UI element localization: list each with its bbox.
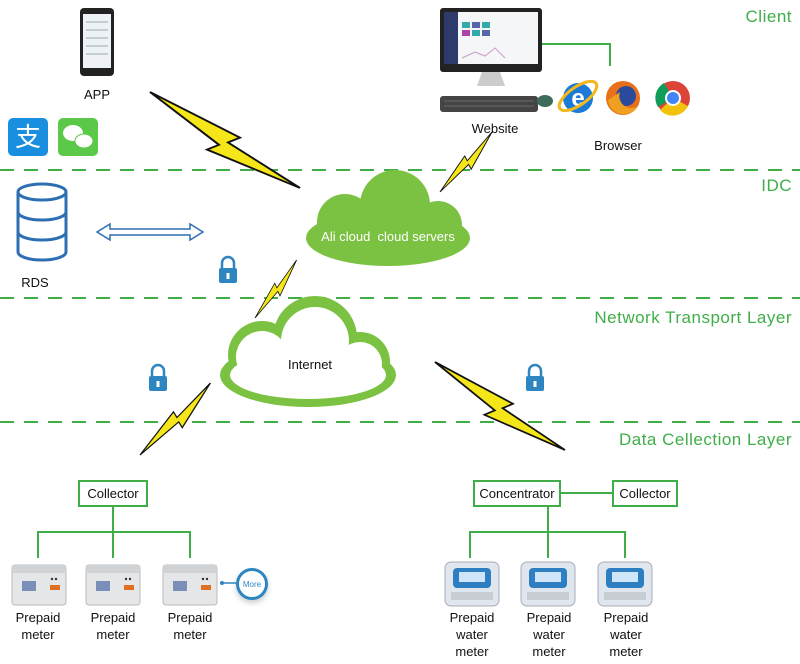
prepaid-meter-image bbox=[162, 564, 218, 606]
lock-icon bbox=[217, 255, 239, 285]
rds-label: RDS bbox=[21, 275, 49, 290]
internet-cloud bbox=[220, 296, 396, 407]
browser-label: Browser bbox=[594, 138, 642, 153]
meter-label: Prepaid meter bbox=[15, 610, 61, 642]
database-icon bbox=[16, 182, 68, 262]
wechat-icon bbox=[58, 118, 98, 156]
firefox-icon bbox=[606, 81, 640, 115]
layer-label-data-collection: Data Cellection Layer bbox=[618, 430, 792, 449]
lightning-bolt-app bbox=[148, 90, 302, 190]
cloud-servers-label: Ali cloud cloud servers bbox=[321, 229, 455, 244]
meter-label: Prepaid meter bbox=[90, 610, 136, 642]
left-collector-tree bbox=[37, 506, 191, 558]
water-meter-image bbox=[444, 561, 500, 607]
more-button[interactable]: More bbox=[236, 568, 268, 600]
layer-label-network: Network Transport Layer bbox=[594, 308, 792, 327]
app-label: APP bbox=[83, 87, 110, 102]
ie-icon: e bbox=[557, 79, 599, 113]
water-meter-label: Prepaid water meter bbox=[603, 610, 649, 659]
meter-label: Prepaid meter bbox=[167, 610, 213, 642]
alipay-icon: 支 bbox=[8, 118, 48, 156]
water-meter-image bbox=[520, 561, 576, 607]
water-meter-label: Prepaid water meter bbox=[449, 610, 495, 659]
website-label: Website bbox=[471, 121, 519, 136]
phone-icon bbox=[80, 8, 114, 76]
browser-connector bbox=[542, 43, 611, 66]
prepaid-meter-image bbox=[11, 564, 67, 606]
layer-label-client: Client bbox=[745, 7, 792, 26]
concentrator-box: Concentrator bbox=[473, 480, 561, 507]
more-label: More bbox=[242, 579, 262, 589]
double-arrow bbox=[95, 222, 205, 242]
prepaid-meter-image bbox=[85, 564, 141, 606]
keyboard-icon bbox=[440, 96, 538, 112]
lock-icon bbox=[524, 363, 546, 393]
left-collector-box: Collector bbox=[78, 480, 148, 507]
lightning-bolt-left-collector bbox=[139, 382, 212, 456]
water-meter-label: Prepaid water meter bbox=[526, 610, 572, 659]
layer-label-idc: IDC bbox=[761, 176, 792, 195]
chrome-icon bbox=[655, 81, 690, 116]
lightning-bolt-right-collector bbox=[434, 361, 566, 451]
right-collector-box: Collector bbox=[612, 480, 678, 507]
lightning-bolt-website bbox=[439, 131, 493, 193]
monitor-icon bbox=[440, 8, 542, 86]
more-connector bbox=[220, 581, 236, 585]
internet-label: Internet bbox=[287, 357, 333, 372]
mouse-icon bbox=[537, 95, 553, 107]
lock-icon bbox=[147, 363, 169, 393]
water-meter-image bbox=[597, 561, 653, 607]
svg-text:支: 支 bbox=[15, 123, 41, 153]
